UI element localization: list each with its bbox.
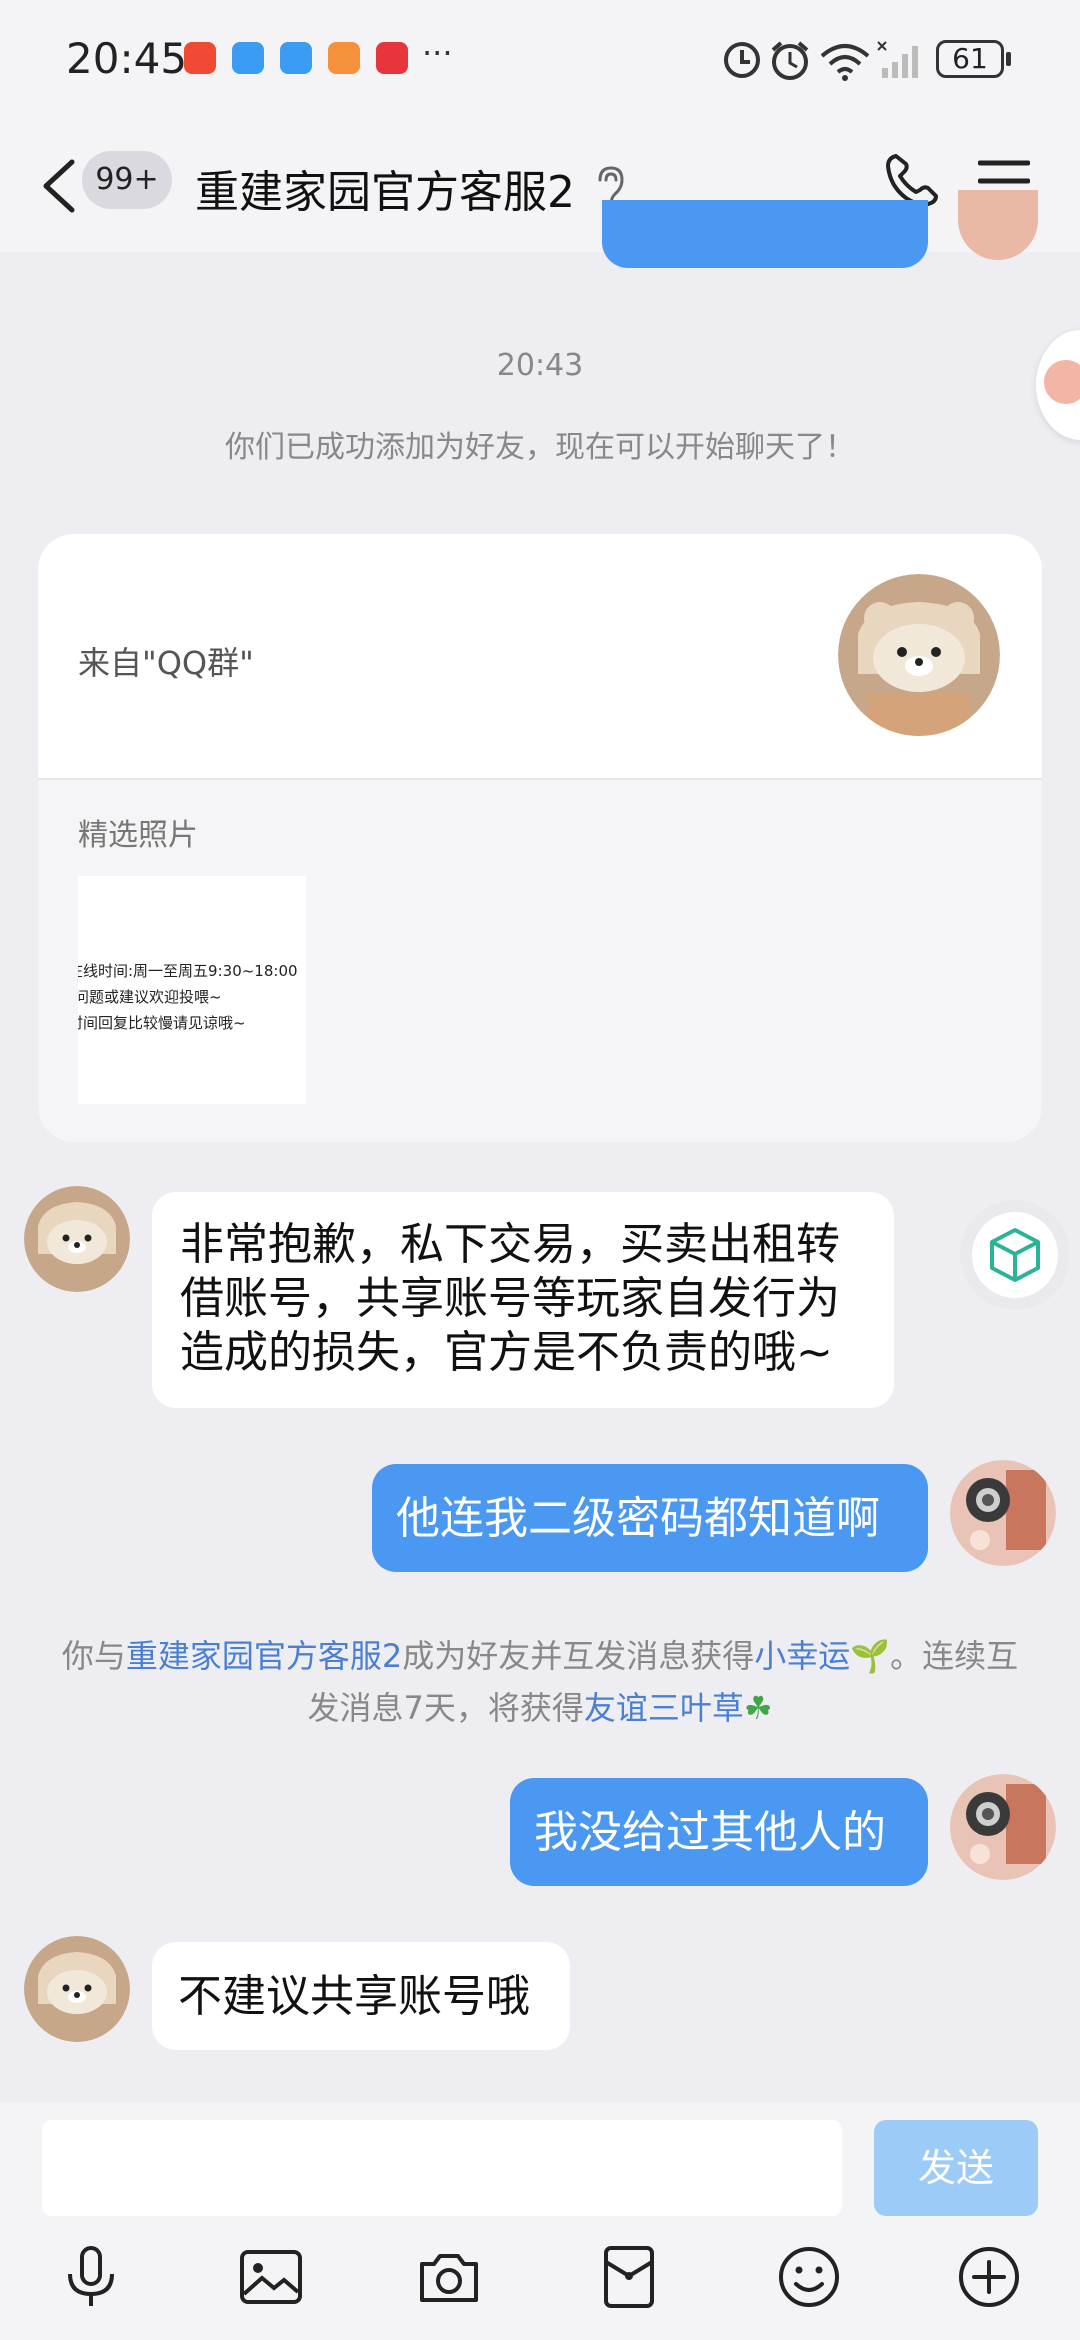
- previous-message-bubble: [602, 200, 928, 268]
- message-composer: 发送: [0, 2102, 1080, 2340]
- contact-name-link[interactable]: 重建家园官方客服2: [126, 1637, 402, 1675]
- app-orange-icon: [328, 42, 360, 74]
- cellular-signal-icon: [877, 41, 918, 78]
- back-button[interactable]: [38, 156, 80, 216]
- camera-button[interactable]: [416, 2244, 482, 2310]
- friendship-reward-notice: 你与重建家园官方客服2成为好友并互发消息获得小幸运🌱。连续互发消息7天，将获得友…: [60, 1630, 1020, 1734]
- photo-text-line: 在线时间:周一至周五9:30~18:00: [78, 962, 298, 980]
- more-actions-button[interactable]: [956, 2244, 1022, 2310]
- send-button[interactable]: 发送: [874, 2120, 1038, 2216]
- voice-input-button[interactable]: [58, 2244, 124, 2310]
- cube-icon: [990, 1228, 1040, 1282]
- featured-photos-label: 精选照片: [78, 818, 198, 853]
- floating-cube-widget[interactable]: [960, 1200, 1070, 1310]
- message-text: 不建议共享账号哦: [178, 1971, 530, 2022]
- unread-badge[interactable]: 99+: [82, 151, 172, 209]
- contact-source-card[interactable]: 来自"QQ群" 精选照片 在线时间:周一至周五9:30~18:00 问题或建议欢…: [38, 534, 1042, 1142]
- card-divider: [38, 778, 1042, 780]
- battery-tip: [1006, 52, 1011, 66]
- photo-text-line: 问题或建议欢迎投喂~: [78, 988, 222, 1006]
- contact-avatar[interactable]: [24, 1936, 130, 2042]
- message-text: 他连我二级密码都知道啊: [396, 1493, 880, 1544]
- outgoing-message-bubble[interactable]: 他连我二级密码都知道啊: [372, 1464, 928, 1572]
- wifi-icon: [820, 44, 870, 81]
- friend-added-notice: 你们已成功添加为好友，现在可以开始聊天了！: [225, 430, 855, 465]
- clover-icon: ☘: [743, 1689, 773, 1727]
- sprout-icon: 🌱: [850, 1637, 891, 1675]
- message-input[interactable]: [42, 2120, 842, 2216]
- notice-text: 你与: [61, 1637, 126, 1675]
- incoming-message-bubble[interactable]: 不建议共享账号哦: [152, 1942, 570, 2050]
- app-blue-icon-2: [280, 42, 312, 74]
- battery-level: 61: [952, 42, 988, 75]
- card-avatar: [838, 574, 1000, 736]
- status-time: 20:45: [66, 34, 188, 83]
- data-saver-icon: [724, 42, 760, 78]
- incoming-message-bubble[interactable]: 非常抱歉，私下交易，买卖出租转借账号，共享账号等玩家自发行为造成的损失，官方是不…: [152, 1192, 894, 1408]
- app-blue-icon-1: [232, 42, 264, 74]
- featured-photo-thumbnail[interactable]: 在线时间:周一至周五9:30~18:00 问题或建议欢迎投喂~ 时间回复比较慢请…: [78, 876, 306, 1104]
- alarm-icon: [771, 41, 809, 80]
- more-notifications-icon: ···: [422, 34, 453, 72]
- clover-reward-link[interactable]: 友谊三叶草: [584, 1689, 744, 1727]
- emoji-button[interactable]: [776, 2244, 842, 2310]
- app-red2-icon: [376, 42, 408, 74]
- message-text: 我没给过其他人的: [534, 1807, 886, 1858]
- lucky-reward-link[interactable]: 小幸运: [754, 1637, 850, 1675]
- battery-icon: 61: [936, 40, 1004, 78]
- my-avatar[interactable]: [950, 1774, 1056, 1880]
- card-source-label: 来自"QQ群": [78, 644, 254, 682]
- message-text: 非常抱歉，私下交易，买卖出租转借账号，共享账号等玩家自发行为造成的损失，官方是不…: [180, 1219, 840, 1378]
- chat-title[interactable]: 重建家园官方客服2: [195, 156, 575, 220]
- app-red-icon: [184, 42, 216, 74]
- message-timestamp: 20:43: [496, 348, 584, 383]
- notice-text: 成为好友并互发消息获得: [402, 1637, 755, 1675]
- photo-text-line: 时间回复比较慢请见谅哦~: [78, 1014, 246, 1032]
- red-packet-button[interactable]: [596, 2244, 662, 2310]
- outgoing-message-bubble[interactable]: 我没给过其他人的: [510, 1778, 928, 1886]
- my-avatar[interactable]: [950, 1460, 1056, 1566]
- image-button[interactable]: [238, 2244, 304, 2310]
- status-bar: 20:45 ··· 61: [0, 0, 1080, 120]
- contact-avatar[interactable]: [24, 1186, 130, 1292]
